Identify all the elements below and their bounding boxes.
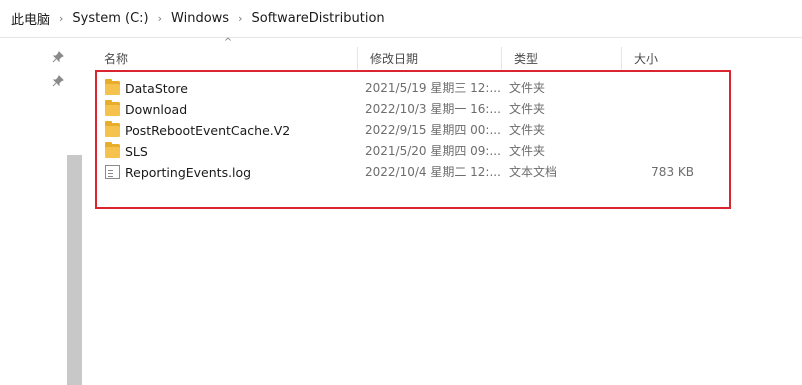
column-type[interactable]: 类型 [502,47,622,71]
file-date-modified: 2022/10/4 星期二 12:... [365,165,501,179]
file-date-modified: 2021/5/20 星期四 09:... [365,144,501,158]
file-type: 文本文档 [509,165,558,179]
breadcrumb-separator-icon[interactable]: › [158,12,162,25]
file-name: DataStore [125,81,188,96]
file-date-modified: 2022/9/15 星期四 00:... [365,123,501,137]
file-list: DataStore 2021/5/19 星期三 12:... 文件夹 Downl… [96,78,736,183]
text-document-icon [105,165,120,179]
sort-ascending-icon: ^ [223,37,233,48]
column-date-modified[interactable]: 修改日期 [358,47,502,71]
file-type: 文件夹 [509,123,546,137]
file-size: 783 KB [651,165,694,179]
breadcrumb-windows[interactable]: Windows [171,11,229,26]
column-name[interactable]: 名称 [92,47,358,71]
navigation-scrollbar[interactable] [67,155,82,385]
folder-icon [105,100,120,116]
folder-icon [105,79,120,95]
column-size[interactable]: 大小 [622,47,702,71]
file-explorer-window: 此电脑 › System (C:) › Windows › SoftwareDi… [0,0,802,385]
breadcrumb-this-pc[interactable]: 此电脑 [11,9,50,28]
file-name: Download [125,102,188,117]
file-row[interactable]: PostRebootEventCache.V2 2022/9/15 星期四 00… [96,120,736,141]
breadcrumb-separator-icon[interactable]: › [59,12,63,25]
file-name: SLS [125,144,148,159]
pin-icon[interactable] [52,51,64,63]
address-bar[interactable]: 此电脑 › System (C:) › Windows › SoftwareDi… [0,0,802,38]
column-header: ^ 名称 修改日期 类型 大小 [92,37,802,73]
breadcrumb-softwaredistribution[interactable]: SoftwareDistribution [251,11,384,26]
folder-icon [105,142,120,158]
file-type: 文件夹 [509,102,546,116]
breadcrumb-separator-icon[interactable]: › [238,12,242,25]
file-row[interactable]: SLS 2021/5/20 星期四 09:... 文件夹 [96,141,736,162]
file-row[interactable]: Download 2022/10/3 星期一 16:... 文件夹 [96,99,736,120]
file-name: ReportingEvents.log [125,165,252,180]
folder-icon [105,121,120,137]
file-date-modified: 2021/5/19 星期三 12:... [365,81,501,95]
file-row[interactable]: ReportingEvents.log 2022/10/4 星期二 12:...… [96,162,736,183]
file-row[interactable]: DataStore 2021/5/19 星期三 12:... 文件夹 [96,78,736,99]
pin-icon[interactable] [52,75,64,87]
file-type: 文件夹 [509,144,546,158]
file-date-modified: 2022/10/3 星期一 16:... [365,102,501,116]
file-name: PostRebootEventCache.V2 [125,123,291,138]
breadcrumb-system-drive[interactable]: System (C:) [72,11,148,26]
file-type: 文件夹 [509,81,546,95]
